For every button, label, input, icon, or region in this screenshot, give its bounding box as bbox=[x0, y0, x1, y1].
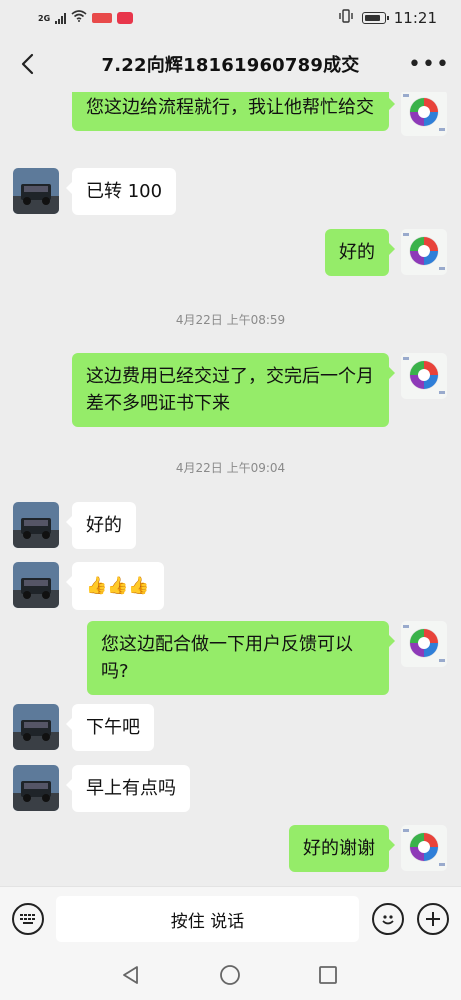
recents-square-icon[interactable] bbox=[317, 964, 339, 986]
avatar-contact[interactable] bbox=[13, 765, 59, 811]
chevron-left-icon[interactable] bbox=[14, 48, 42, 80]
message-bubble[interactable]: 您这边配合做一下用户反馈可以吗? bbox=[87, 621, 395, 695]
message-bubble[interactable]: 好的 bbox=[325, 229, 395, 276]
avatar-self[interactable] bbox=[401, 353, 447, 399]
vibrate-icon bbox=[338, 9, 354, 27]
system-nav-bar bbox=[0, 950, 461, 1000]
avatar-contact[interactable] bbox=[13, 168, 59, 214]
back-triangle-icon[interactable] bbox=[120, 964, 142, 986]
signal-icon bbox=[55, 12, 67, 24]
message-bubble[interactable]: 👍👍👍 bbox=[66, 562, 164, 610]
avatar-self[interactable] bbox=[401, 621, 447, 667]
avatar-contact[interactable] bbox=[13, 704, 59, 750]
timestamp: 4月22日 上午08:59 bbox=[175, 313, 286, 327]
emoji-icon[interactable] bbox=[372, 903, 404, 935]
avatar-contact[interactable] bbox=[13, 502, 59, 548]
status-bar: 2G 11:21 bbox=[0, 0, 461, 36]
avatar-self[interactable] bbox=[401, 92, 447, 136]
clock: 11:21 bbox=[393, 9, 437, 27]
keyboard-icon[interactable] bbox=[12, 903, 44, 935]
more-dots-icon[interactable]: ••• bbox=[408, 50, 449, 78]
plus-icon[interactable] bbox=[417, 903, 449, 935]
avatar-contact[interactable] bbox=[13, 562, 59, 608]
timestamp: 4月22日 上午09:04 bbox=[175, 461, 286, 475]
message-list[interactable]: 您这边给流程就行，我让他帮忙给交 已转 100 好的 4月22日 上午08:59… bbox=[0, 92, 461, 886]
message-bubble[interactable]: 您这边给流程就行，我让他帮忙给交 bbox=[72, 92, 395, 131]
input-bar: 按住 说话 bbox=[0, 886, 461, 950]
network-type: 2G bbox=[38, 13, 51, 23]
message-bubble[interactable]: 早上有点吗 bbox=[66, 765, 190, 812]
thumbs-up-emoji: 👍👍👍 bbox=[86, 576, 150, 596]
notification-icon bbox=[92, 13, 113, 23]
battery-icon bbox=[361, 12, 389, 24]
hold-to-talk-button[interactable]: 按住 说话 bbox=[56, 896, 359, 942]
message-bubble[interactable]: 好的谢谢 bbox=[289, 825, 395, 872]
message-bubble[interactable]: 已转 100 bbox=[65, 168, 177, 215]
chat-title: 7.22向辉18161960789成交 bbox=[101, 55, 360, 76]
home-circle-icon[interactable] bbox=[219, 964, 241, 986]
message-bubble[interactable]: 下午吧 bbox=[66, 704, 154, 751]
avatar-self[interactable] bbox=[401, 229, 447, 275]
message-bubble[interactable]: 好的 bbox=[66, 502, 136, 549]
wifi-icon bbox=[71, 10, 87, 26]
chat-header: 7.22向辉18161960789成交 ••• bbox=[0, 36, 461, 92]
message-bubble[interactable]: 这边费用已经交过了，交完后一个月差不多吧证书下来 bbox=[72, 353, 395, 427]
avatar-self[interactable] bbox=[401, 825, 447, 871]
app-notification-icon bbox=[117, 12, 134, 24]
